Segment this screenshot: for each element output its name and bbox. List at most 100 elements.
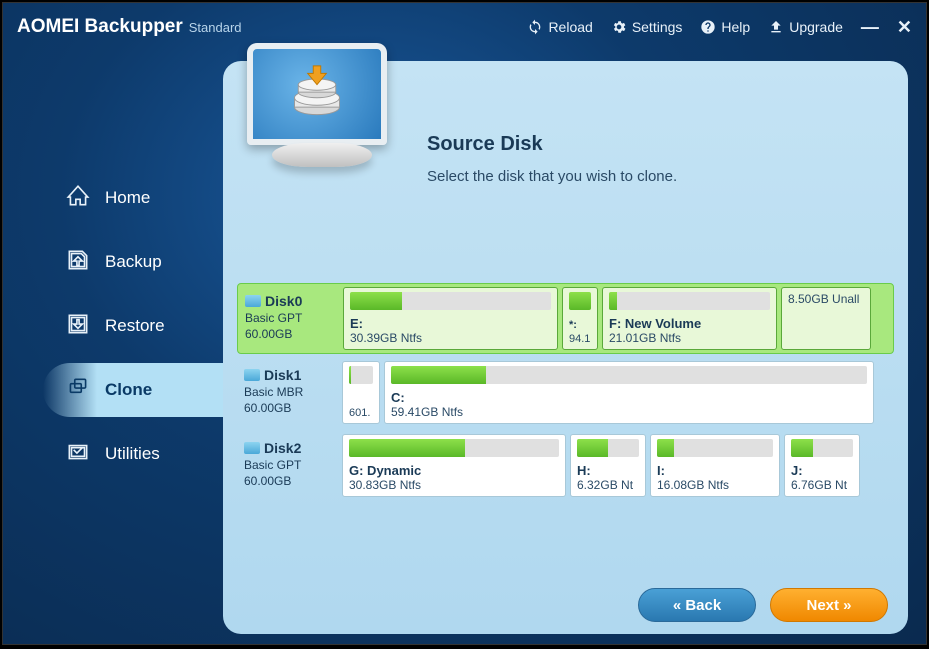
disk-row[interactable]: Disk2Basic GPT60.00GBG: Dynamic30.83GB N… xyxy=(237,431,894,500)
sidebar: Home Backup Restore Clone Utilities xyxy=(3,51,223,644)
partition-sublabel: 59.41GB Ntfs xyxy=(391,405,867,419)
next-button[interactable]: Next » xyxy=(770,588,888,622)
clone-icon xyxy=(65,375,91,406)
partition-sublabel: 601. xyxy=(349,407,373,419)
partition[interactable]: H:6.32GB Nt xyxy=(570,434,646,497)
disk-partitions: G: Dynamic30.83GB NtfsH:6.32GB NtI:16.08… xyxy=(342,434,891,497)
settings-button[interactable]: Settings xyxy=(611,19,683,35)
backup-icon xyxy=(65,247,91,278)
partition-label: *: xyxy=(569,319,591,331)
help-icon xyxy=(700,19,716,35)
utilities-icon xyxy=(65,439,91,470)
disks-icon xyxy=(287,64,347,124)
disk-name: Disk1 xyxy=(244,367,334,383)
upgrade-icon xyxy=(768,19,784,35)
partition[interactable]: 601. xyxy=(342,361,380,424)
disk-icon xyxy=(245,295,261,307)
partition-usage-bar xyxy=(391,366,867,384)
partition-usage-bar xyxy=(569,292,591,310)
partition-usage-bar xyxy=(349,366,373,384)
help-button[interactable]: Help xyxy=(700,19,750,35)
close-button[interactable]: ✕ xyxy=(897,17,912,38)
partition-usage-bar xyxy=(609,292,770,310)
partition[interactable]: C:59.41GB Ntfs xyxy=(384,361,874,424)
header-text: Source Disk Select the disk that you wis… xyxy=(427,71,894,271)
page-title: Source Disk xyxy=(427,133,894,156)
sidebar-item-label: Backup xyxy=(105,252,162,272)
disk-size: 60.00GB xyxy=(244,401,334,415)
partition-label: E: xyxy=(350,316,551,331)
disk-name: Disk2 xyxy=(244,440,334,456)
disk-icon xyxy=(244,369,260,381)
partition-usage-bar xyxy=(657,439,773,457)
partition-usage-bar xyxy=(791,439,853,457)
partition-label: C: xyxy=(391,390,867,405)
disk-name: Disk0 xyxy=(245,293,335,309)
restore-icon xyxy=(65,311,91,342)
sidebar-item-utilities[interactable]: Utilities xyxy=(3,427,223,481)
home-icon xyxy=(65,183,91,214)
header-illustration xyxy=(237,71,407,271)
help-label: Help xyxy=(721,19,750,35)
disk-type: Basic GPT xyxy=(244,458,334,472)
settings-label: Settings xyxy=(632,19,683,35)
disk-list: Disk0Basic GPT60.00GBE:30.39GB Ntfs*:94.… xyxy=(237,283,894,574)
disk-icon xyxy=(244,442,260,454)
partition-sublabel: 16.08GB Ntfs xyxy=(657,478,773,492)
sidebar-item-label: Utilities xyxy=(105,444,160,464)
disk-info: Disk1 Basic MBR 60.00GB xyxy=(240,361,338,424)
partition-label: J: xyxy=(791,463,853,478)
title-bar: AOMEI Backupper Standard Reload Settings… xyxy=(3,3,926,51)
main-area: Home Backup Restore Clone Utilities xyxy=(3,51,926,644)
disk-type: Basic MBR xyxy=(244,385,334,399)
partition[interactable]: 8.50GB Unall xyxy=(781,287,871,350)
partition-label: I: xyxy=(657,463,773,478)
app-title: AOMEI Backupper Standard xyxy=(17,16,242,38)
disk-info: Disk2Basic GPT60.00GB xyxy=(240,434,338,497)
partition[interactable]: I:16.08GB Ntfs xyxy=(650,434,780,497)
title-actions: Reload Settings Help Upgrade — ✕ xyxy=(527,17,912,38)
sidebar-item-clone[interactable]: Clone xyxy=(43,363,223,417)
page-description: Select the disk that you wish to clone. xyxy=(427,168,894,185)
monitor-icon xyxy=(247,43,387,145)
partition[interactable]: *: 94.1 xyxy=(562,287,598,350)
disk-info: Disk0Basic GPT60.00GB xyxy=(241,287,339,350)
disk-partitions: E:30.39GB Ntfs *: 94.1 F: New Volume21.01GB… xyxy=(343,287,890,350)
partition[interactable]: E:30.39GB Ntfs xyxy=(343,287,558,350)
sidebar-item-label: Restore xyxy=(105,316,165,336)
app-name: AOMEI Backupper xyxy=(17,16,183,38)
partition-sublabel: 6.32GB Nt xyxy=(577,478,639,492)
partition-sublabel: 8.50GB Unall xyxy=(788,292,864,306)
partition[interactable]: F: New Volume21.01GB Ntfs xyxy=(602,287,777,350)
upgrade-label: Upgrade xyxy=(789,19,843,35)
partition[interactable]: J:6.76GB Nt xyxy=(784,434,860,497)
app-edition: Standard xyxy=(189,20,242,35)
upgrade-button[interactable]: Upgrade xyxy=(768,19,843,35)
reload-label: Reload xyxy=(548,19,592,35)
disk-size: 60.00GB xyxy=(245,327,335,341)
partition-sublabel: 94.1 xyxy=(569,333,591,345)
reload-button[interactable]: Reload xyxy=(527,19,592,35)
partition-sublabel: 30.39GB Ntfs xyxy=(350,331,551,345)
sidebar-item-backup[interactable]: Backup xyxy=(3,235,223,289)
sidebar-item-restore[interactable]: Restore xyxy=(3,299,223,353)
sidebar-item-label: Clone xyxy=(105,380,152,400)
disk-row[interactable]: Disk1 Basic MBR 60.00GB 601. C:59.41GB Ntfs xyxy=(237,358,894,427)
partition-sublabel: 21.01GB Ntfs xyxy=(609,331,770,345)
partition[interactable]: G: Dynamic30.83GB Ntfs xyxy=(342,434,566,497)
app-window: AOMEI Backupper Standard Reload Settings… xyxy=(2,2,927,645)
partition-label: F: New Volume xyxy=(609,316,770,331)
back-button[interactable]: « Back xyxy=(638,588,756,622)
page-header: Source Disk Select the disk that you wis… xyxy=(237,71,894,271)
sidebar-item-home[interactable]: Home xyxy=(3,171,223,225)
minimize-button[interactable]: — xyxy=(861,17,879,38)
partition-sublabel: 30.83GB Ntfs xyxy=(349,478,559,492)
disk-row[interactable]: Disk0Basic GPT60.00GBE:30.39GB Ntfs*:94.… xyxy=(237,283,894,354)
partition-label: H: xyxy=(577,463,639,478)
partition-sublabel: 6.76GB Nt xyxy=(791,478,853,492)
partition-usage-bar xyxy=(577,439,639,457)
disk-partitions: 601. C:59.41GB Ntfs xyxy=(342,361,891,424)
partition-usage-bar xyxy=(350,292,551,310)
partition-usage-bar xyxy=(349,439,559,457)
sidebar-item-label: Home xyxy=(105,188,150,208)
